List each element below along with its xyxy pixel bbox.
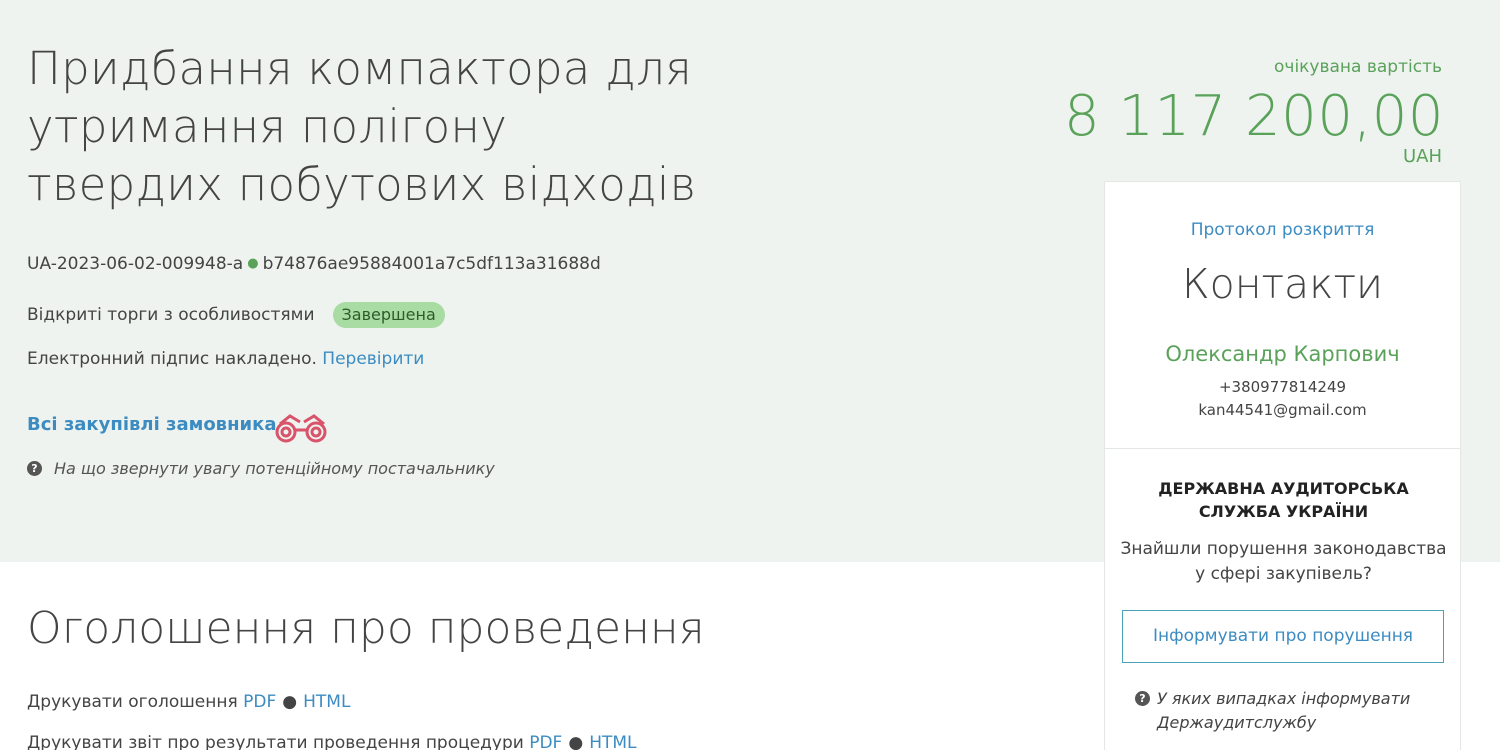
- print-report-row: Друкувати звіт про результати проведення…: [27, 733, 637, 750]
- expected-cost-label: очікувана вартість: [1274, 57, 1442, 77]
- print-notice-label: Друкувати оголошення: [27, 692, 238, 712]
- contact-email: kan44541@gmail.com: [1198, 401, 1367, 419]
- question-circle-icon: ?: [27, 461, 42, 476]
- print-report-pdf-link[interactable]: PDF: [529, 733, 562, 750]
- contacts-sidebar: Протокол розкриття Контакти Олександр Ка…: [1104, 181, 1461, 750]
- audit-hint[interactable]: ? У яких випадках інформувати Держаудитс…: [1135, 687, 1435, 735]
- contact-name: Олександр Карпович: [1165, 342, 1400, 366]
- procedure-info: Відкриті торги з особливостями Завершена: [27, 302, 445, 328]
- bullet-separator: ●: [247, 256, 259, 271]
- signature-info: Електронний підпис накладено. Перевірити: [27, 349, 424, 369]
- bullet-separator: ●: [568, 733, 584, 750]
- print-notice-pdf-link[interactable]: PDF: [243, 692, 276, 712]
- expected-cost-currency: UAH: [1402, 146, 1442, 167]
- tender-hash: b74876ae95884001a7c5df113a31688d: [262, 254, 601, 274]
- bullet-separator: ●: [282, 692, 298, 712]
- supplier-hint-text[interactable]: На що звернути увагу потенційному постач…: [54, 459, 495, 478]
- status-badge: Завершена: [332, 302, 445, 328]
- procedure-type: Відкриті торги з особливостями: [27, 305, 315, 325]
- expected-cost-value: 8 117 200,00: [1063, 84, 1444, 149]
- print-report-html-link[interactable]: HTML: [589, 733, 636, 750]
- print-notice-row: Друкувати оголошення PDF ● HTML: [27, 692, 350, 712]
- audit-hint-text[interactable]: У яких випадках інформувати Держаудитслу…: [1135, 687, 1435, 735]
- tender-identifiers: UA-2023-06-02-009948-a ● b74876ae95884001a…: [27, 254, 601, 274]
- divider: [1105, 448, 1460, 449]
- print-notice-html-link[interactable]: HTML: [303, 692, 350, 712]
- verify-signature-link[interactable]: Перевірити: [322, 349, 424, 369]
- contact-phone: +380977814249: [1218, 378, 1347, 396]
- tender-id: UA-2023-06-02-009948-a: [27, 254, 244, 274]
- signature-text: Електронний підпис накладено.: [27, 349, 317, 369]
- opening-protocol-link[interactable]: Протокол розкриття: [1105, 220, 1460, 240]
- audit-service-title: ДЕРЖАВНА АУДИТОРСЬКА СЛУЖБА УКРАЇНИ: [1158, 479, 1409, 521]
- supplier-hint[interactable]: ? На що звернути увагу потенційному пост…: [27, 459, 495, 478]
- tender-title: Придбання компактора для утримання поліг…: [27, 42, 697, 211]
- print-report-label: Друкувати звіт про результати проведення…: [27, 733, 524, 750]
- report-violation-button[interactable]: Інформувати про порушення: [1122, 610, 1444, 663]
- question-circle-icon: ?: [1135, 691, 1150, 706]
- contacts-title: Контакти: [1182, 260, 1383, 308]
- announcement-title: Оголошення про проведення: [27, 603, 705, 654]
- binoculars-icon[interactable]: [272, 410, 332, 446]
- all-buyer-purchases-link[interactable]: Всі закупівлі замовника: [27, 414, 277, 435]
- audit-question: Знайшли порушення законодавства у сфері …: [1120, 539, 1447, 584]
